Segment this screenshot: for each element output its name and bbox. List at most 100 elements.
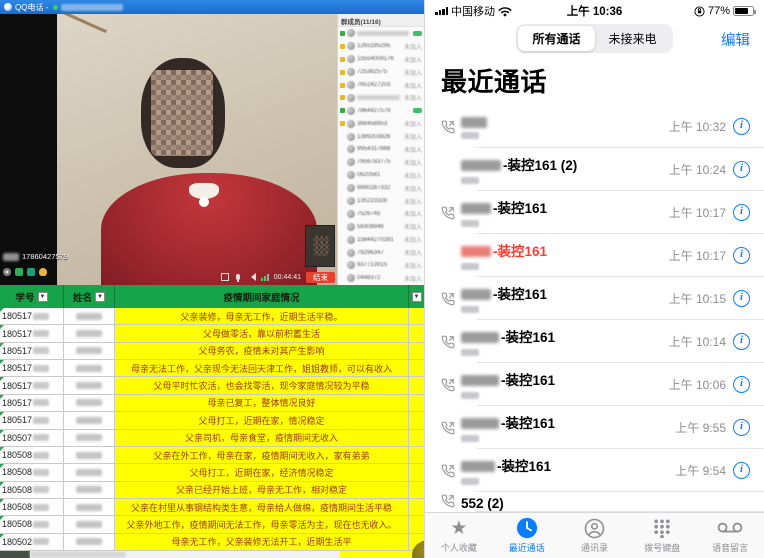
- member-row[interactable]: 15844270281未加入: [338, 233, 424, 246]
- member-row[interactable]: 7652427203未加入: [338, 79, 424, 92]
- member-row[interactable]: 7956783775未加入: [338, 156, 424, 169]
- cell-student-id[interactable]: 180508: [0, 464, 64, 480]
- cell-situation[interactable]: 父母打工，近期在家，情况稳定: [115, 412, 409, 428]
- tab-keypad[interactable]: 拨号键盘: [628, 513, 696, 558]
- member-row[interactable]: 58308946未加入: [338, 220, 424, 233]
- info-button[interactable]: i: [733, 462, 750, 479]
- cell-extra[interactable]: [409, 360, 424, 376]
- member-row[interactable]: 0620581未加入: [338, 169, 424, 182]
- cell-extra[interactable]: [409, 516, 424, 532]
- cell-extra[interactable]: [409, 499, 424, 515]
- segment-missed-calls[interactable]: 未接来电: [595, 26, 671, 51]
- cell-name[interactable]: [64, 395, 115, 411]
- cell-situation[interactable]: 母亲无工作，父亲装修无法开工，近期生活平: [115, 534, 409, 550]
- cell-extra[interactable]: [409, 308, 424, 324]
- member-row[interactable]: 7864427579: [338, 104, 424, 117]
- call-row[interactable]: -装控161上午 9:54i: [425, 449, 764, 492]
- cell-student-id[interactable]: 180508: [0, 447, 64, 463]
- cell-extra[interactable]: [409, 430, 424, 446]
- cell-student-id[interactable]: 180517: [0, 343, 64, 359]
- info-button[interactable]: i: [733, 161, 750, 178]
- info-button[interactable]: i: [733, 247, 750, 264]
- member-row[interactable]: 368458953未加入: [338, 117, 424, 130]
- camera-toggle-icon[interactable]: [15, 268, 23, 276]
- speaker-icon[interactable]: [247, 273, 256, 281]
- segment-all-calls[interactable]: 所有通话: [518, 26, 594, 51]
- cell-name[interactable]: [64, 464, 115, 480]
- cell-situation[interactable]: 父母务农，疫情未对其产生影响: [115, 343, 409, 359]
- cell-student-id[interactable]: 180517: [0, 377, 64, 393]
- cell-name[interactable]: [64, 482, 115, 498]
- cell-situation[interactable]: 父母打工，近期在家，经济情况稳定: [115, 464, 409, 480]
- call-row[interactable]: -装控161上午 9:55i: [425, 406, 764, 449]
- call-row[interactable]: -装控161上午 10:06i: [425, 363, 764, 406]
- cell-extra[interactable]: [409, 395, 424, 411]
- member-row[interactable]: 0448372未加入: [338, 272, 424, 285]
- cell-situation[interactable]: 父母平时忙农活，也会找零活，现今家庭情况较为平稳: [115, 377, 409, 393]
- cell-student-id[interactable]: 180517: [0, 308, 64, 324]
- member-row[interactable]: 1265185295未加入: [338, 40, 424, 53]
- tab-voicemail[interactable]: 语音留言: [696, 513, 764, 558]
- filter-dropdown-icon[interactable]: ▼: [412, 292, 422, 302]
- cell-name[interactable]: [64, 516, 115, 532]
- member-row[interactable]: 9890287332未加入: [338, 182, 424, 195]
- cell-name[interactable]: [64, 360, 115, 376]
- cell-student-id[interactable]: 180517: [0, 360, 64, 376]
- info-button[interactable]: i: [733, 204, 750, 221]
- info-button[interactable]: i: [733, 118, 750, 135]
- edit-button[interactable]: 编辑: [721, 29, 750, 50]
- call-row[interactable]: 上午 10:32i: [425, 105, 764, 148]
- raise-hand-icon[interactable]: [39, 268, 47, 276]
- screen-share-icon[interactable]: [27, 268, 35, 276]
- cell-situation[interactable]: 父母做零活，靠以前积蓄生活: [115, 325, 409, 341]
- member-row[interactable]: 1389203828未加入: [338, 130, 424, 143]
- cell-student-id[interactable]: 180517: [0, 412, 64, 428]
- info-button[interactable]: i: [733, 419, 750, 436]
- call-row[interactable]: -装控161 (2)上午 10:24i: [425, 148, 764, 191]
- cell-name[interactable]: [64, 377, 115, 393]
- cell-extra[interactable]: [409, 343, 424, 359]
- cell-extra[interactable]: [409, 447, 424, 463]
- cell-name[interactable]: [64, 412, 115, 428]
- member-row[interactable]: 15554009176未加入: [338, 53, 424, 66]
- microphone-icon[interactable]: [236, 274, 240, 280]
- fullscreen-icon[interactable]: [221, 273, 229, 281]
- cell-situation[interactable]: 父亲已经开始上班，母亲无工作，相对稳定: [115, 482, 409, 498]
- cell-extra[interactable]: [409, 325, 424, 341]
- cell-name[interactable]: [64, 343, 115, 359]
- info-button[interactable]: i: [733, 290, 750, 307]
- member-row[interactable]: 79296347未加入: [338, 246, 424, 259]
- cell-name[interactable]: [64, 534, 115, 550]
- cell-situation[interactable]: 父亲外地工作，疫情期间无法工作，母亲零活为主，现在也无收入。: [115, 516, 409, 532]
- member-row[interactable]: 未加入: [338, 91, 424, 104]
- tab-contacts[interactable]: 通讯录: [561, 513, 629, 558]
- cell-name[interactable]: [64, 499, 115, 515]
- member-row[interactable]: 937713915未加入: [338, 259, 424, 272]
- cell-student-id[interactable]: 180517: [0, 395, 64, 411]
- cell-extra[interactable]: [409, 464, 424, 480]
- cell-student-id[interactable]: 180508: [0, 516, 64, 532]
- member-row[interactable]: 7526745未加入: [338, 207, 424, 220]
- cell-student-id[interactable]: 180507: [0, 430, 64, 446]
- call-row-partial[interactable]: 552 (2): [425, 492, 764, 512]
- member-row[interactable]: 725362575未加入: [338, 66, 424, 79]
- cell-situation[interactable]: 父亲在村里从事钢结构类生意，母亲给人做棉，疫情期间生活平稳: [115, 499, 409, 515]
- tab-clock[interactable]: 最近通话: [493, 513, 561, 558]
- filter-dropdown-icon[interactable]: ▼: [95, 292, 105, 302]
- cell-situation[interactable]: 父亲装修，母亲无工作，近期生活平稳。: [115, 308, 409, 324]
- cell-name[interactable]: [64, 308, 115, 324]
- cell-situation[interactable]: 父亲在外工作，母亲在家，疫情期间无收入，家有弟弟: [115, 447, 409, 463]
- call-row[interactable]: -装控161上午 10:17i: [425, 191, 764, 234]
- cell-situation[interactable]: 母亲无法工作，父亲现今无法回天津工作，姐姐教师，可以有收入: [115, 360, 409, 376]
- call-row[interactable]: -装控161上午 10:17i: [425, 234, 764, 277]
- cell-student-id[interactable]: 180508: [0, 499, 64, 515]
- call-row[interactable]: -装控161上午 10:15i: [425, 277, 764, 320]
- cell-name[interactable]: [64, 325, 115, 341]
- self-video-thumbnail[interactable]: [305, 225, 335, 267]
- settings-gear-icon[interactable]: [3, 268, 11, 276]
- cell-student-id[interactable]: 180502: [0, 534, 64, 550]
- call-row[interactable]: -装控161上午 10:14i: [425, 320, 764, 363]
- cell-name[interactable]: [64, 430, 115, 446]
- tab-star[interactable]: ★个人收藏: [425, 513, 493, 558]
- cell-extra[interactable]: [409, 412, 424, 428]
